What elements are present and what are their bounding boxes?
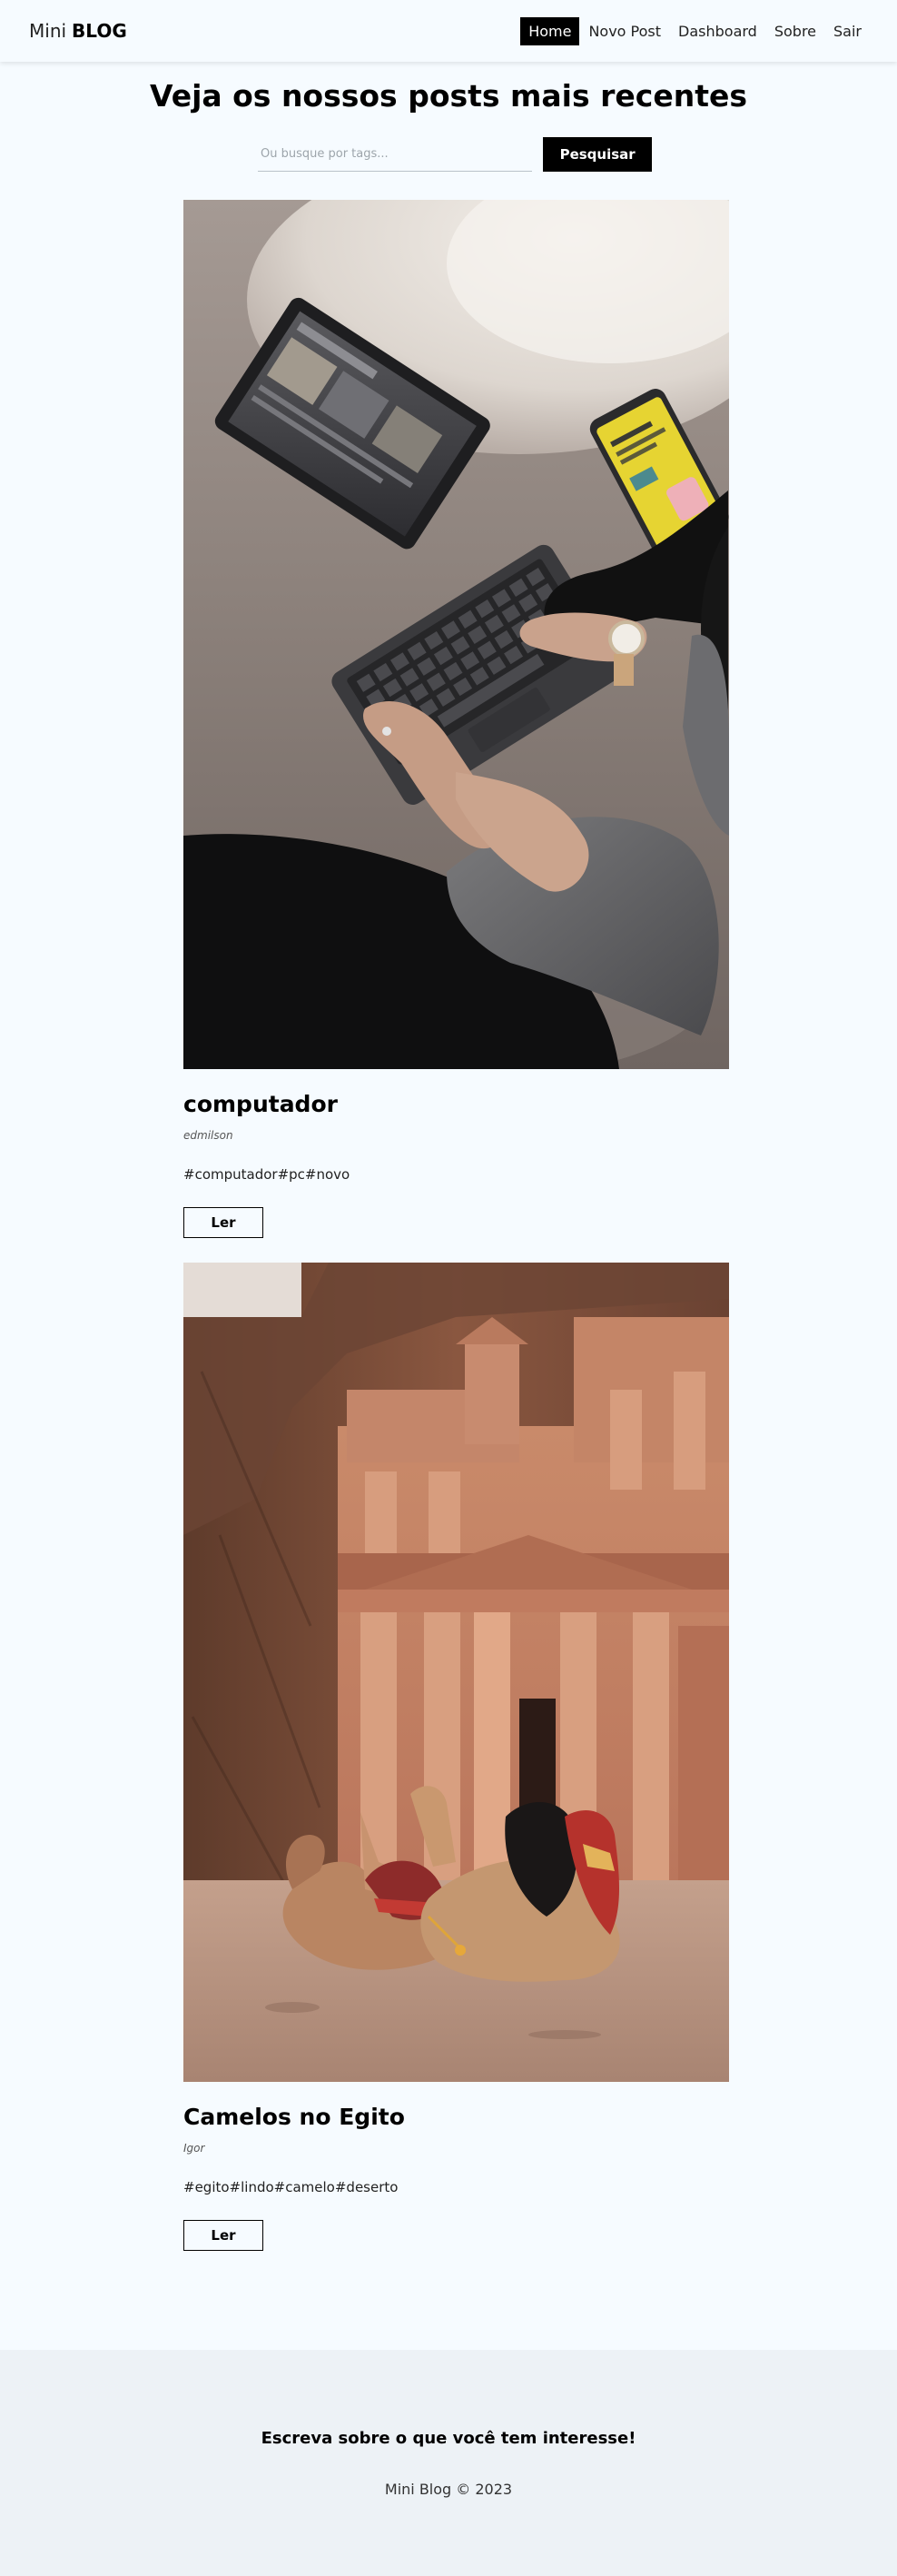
brand-logo[interactable]: Mini BLOG	[29, 20, 127, 42]
tag: #lindo	[229, 2179, 274, 2195]
post-image	[183, 1263, 729, 2082]
page-title: Veja os nossos posts mais recentes	[149, 78, 748, 114]
post-card: computador edmilson #computador #pc #nov…	[183, 200, 729, 1238]
post-title: Camelos no Egito	[183, 2104, 405, 2130]
read-button[interactable]: Ler	[183, 2220, 263, 2251]
footer-heading: Escreva sobre o que você tem interesse!	[261, 2429, 636, 2448]
nav-link-dashboard[interactable]: Dashboard	[670, 17, 765, 45]
search-form: Pesquisar	[258, 136, 652, 173]
brand-light: Mini	[29, 20, 67, 42]
tag: #deserto	[334, 2179, 399, 2195]
tag: #pc	[277, 1166, 305, 1183]
nav-link-sobre[interactable]: Sobre	[766, 17, 824, 45]
read-button[interactable]: Ler	[183, 1207, 263, 1238]
brand-bold: BLOG	[72, 20, 127, 42]
navbar: Mini BLOG Home Novo Post Dashboard Sobre…	[0, 0, 897, 62]
nav-link-novo-post[interactable]: Novo Post	[580, 17, 669, 45]
footer: Escreva sobre o que você tem interesse! …	[0, 2350, 897, 2576]
search-input[interactable]	[258, 137, 533, 172]
tag: #novo	[304, 1166, 350, 1183]
nav-links: Home Novo Post Dashboard Sobre Sair	[519, 0, 870, 62]
post-tags: #computador #pc #novo	[183, 1166, 729, 1183]
tag: #camelo	[273, 2179, 335, 2195]
post-author: edmilson	[183, 1129, 233, 1142]
post-tags: #egito #lindo #camelo #deserto	[183, 2179, 729, 2195]
nav-link-home[interactable]: Home	[520, 16, 580, 45]
tag: #egito	[183, 2179, 230, 2195]
post-card: Camelos no Egito Igor #egito #lindo #cam…	[183, 1263, 729, 2251]
search-button[interactable]: Pesquisar	[543, 137, 652, 172]
post-author: Igor	[183, 2142, 205, 2155]
nav-link-sair[interactable]: Sair	[825, 17, 870, 45]
post-image	[183, 200, 729, 1069]
post-title: computador	[183, 1091, 338, 1117]
tag: #computador	[183, 1166, 278, 1183]
footer-copyright: Mini Blog © 2023	[384, 2481, 513, 2498]
